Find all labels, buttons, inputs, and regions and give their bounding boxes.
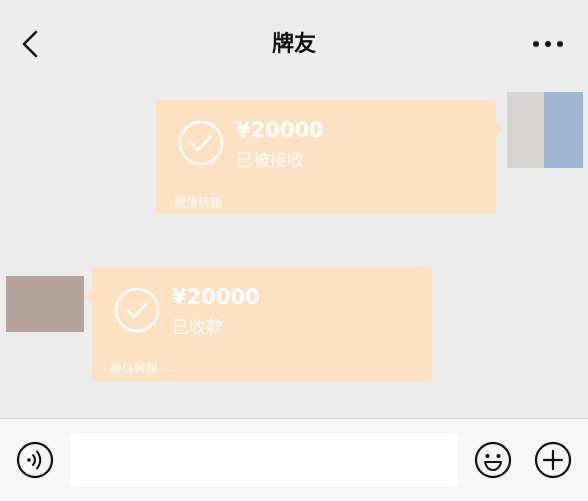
transfer-status: 已被接收 — [236, 151, 304, 171]
check-circle-icon — [114, 287, 160, 333]
bubble-tail — [85, 290, 92, 304]
plus-icon — [534, 441, 572, 479]
page-title: 牌友 — [271, 32, 316, 57]
transfer-amount: ¥20000 — [236, 118, 324, 142]
emoji-icon — [474, 441, 512, 479]
my-avatar[interactable] — [507, 92, 583, 168]
voice-button[interactable] — [16, 441, 54, 479]
nav-bar: 牌友 — [0, 0, 588, 86]
voice-icon — [16, 441, 54, 479]
transfer-footer: 微信转账 — [174, 196, 223, 210]
message-input[interactable] — [70, 433, 458, 487]
bubble-tail — [496, 123, 503, 137]
transfer-bubble-incoming[interactable]: ¥20000 已收款 微信转账 — [92, 267, 432, 381]
more-button[interactable] — [530, 34, 566, 54]
emoji-button[interactable] — [474, 441, 512, 479]
add-button[interactable] — [534, 441, 572, 479]
check-circle-icon — [178, 120, 224, 166]
contact-avatar[interactable] — [6, 276, 84, 332]
transfer-status: 已收款 — [172, 318, 223, 338]
input-bar — [0, 418, 588, 501]
transfer-footer: 微信转账 — [110, 362, 159, 376]
transfer-amount: ¥20000 — [172, 285, 260, 309]
ellipsis-icon — [533, 41, 563, 47]
transfer-bubble-outgoing[interactable]: ¥20000 已被接收 微信转账 — [156, 100, 496, 214]
